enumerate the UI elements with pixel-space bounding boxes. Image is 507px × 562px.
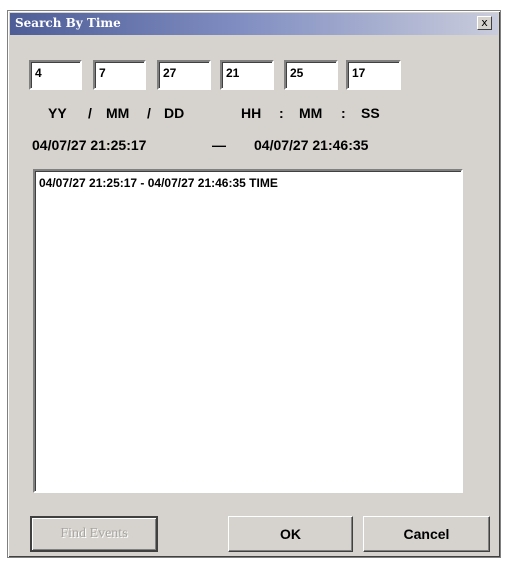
hour-input[interactable]: 21 [220, 60, 274, 90]
minute-input[interactable]: 25 [284, 60, 338, 90]
find-events-button[interactable]: Find Events [30, 516, 158, 552]
label-dd: DD [164, 105, 185, 121]
list-item[interactable]: 04/07/27 21:25:17 - 04/07/27 21:46:35 TI… [39, 176, 278, 190]
label-sep2: / [147, 105, 151, 121]
ok-button[interactable]: OK [228, 516, 353, 552]
year-input[interactable]: 4 [29, 60, 82, 90]
close-button[interactable]: x [477, 16, 492, 30]
label-sep4: : [341, 105, 346, 121]
range-end: 04/07/27 21:46:35 [254, 137, 369, 153]
title-bar[interactable]: Search By Time x [10, 13, 498, 35]
range-dash: — [212, 137, 226, 153]
results-list[interactable]: 04/07/27 21:25:17 - 04/07/27 21:46:35 TI… [33, 169, 463, 493]
label-ss: SS [361, 105, 380, 121]
label-sep3: : [279, 105, 284, 121]
label-hh: HH [241, 105, 262, 121]
label-mm: MM [106, 105, 130, 121]
label-sep1: / [88, 105, 92, 121]
month-input[interactable]: 7 [93, 60, 146, 90]
dialog-title: Search By Time [15, 16, 121, 30]
label-min: MM [299, 105, 323, 121]
close-icon: x [481, 16, 488, 29]
label-yy: YY [48, 105, 67, 121]
cancel-button[interactable]: Cancel [363, 516, 490, 552]
second-input[interactable]: 17 [346, 60, 401, 90]
range-start: 04/07/27 21:25:17 [32, 137, 147, 153]
search-by-time-dialog: Search By Time x 4 7 27 21 25 17 YY / MM… [7, 10, 501, 558]
day-input[interactable]: 27 [157, 60, 211, 90]
